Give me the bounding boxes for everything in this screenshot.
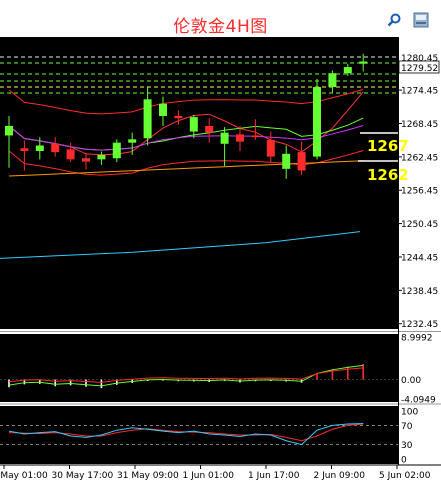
time-tick-label: 30 May 01:00 — [0, 471, 48, 481]
candle-body — [5, 125, 13, 136]
macd-bar — [8, 379, 10, 388]
candle-body — [112, 142, 121, 159]
candle-body — [251, 135, 260, 138]
level-label-lower: 1262 — [367, 166, 409, 184]
current-price-label: 1279.52 — [401, 64, 438, 74]
price-tick-label: 1256.45 — [401, 187, 438, 197]
price-tick-label: 1250.45 — [401, 220, 438, 230]
time-tick-label: 1 Jun 01:00 — [183, 471, 235, 481]
stochastic-panel[interactable] — [0, 406, 398, 464]
macd-bar — [347, 366, 349, 380]
price-tick-label: 1244.45 — [401, 253, 438, 263]
candle-body — [220, 132, 229, 144]
price-tick-label: 1262.45 — [401, 153, 438, 163]
stoch-tick-label: 100 — [401, 408, 418, 418]
time-tick-label: 30 May 17:00 — [52, 471, 114, 481]
price-tick-label: 1268.45 — [401, 120, 438, 130]
candle-body — [189, 117, 198, 132]
window-title: 伦敦金4H图 — [173, 17, 268, 37]
search-icon[interactable] — [386, 12, 402, 28]
time-tick-label: 31 May 09:00 — [117, 471, 179, 481]
candle-body — [282, 153, 291, 169]
candle-body — [174, 115, 183, 119]
candle-body — [143, 99, 152, 139]
candle-body — [35, 145, 44, 152]
candle-body — [359, 61, 368, 64]
chart-properties-icon[interactable] — [413, 12, 429, 28]
macd-bar — [85, 379, 87, 387]
candle-body — [266, 139, 275, 157]
macd-bar — [362, 363, 364, 380]
price-tick-label: 1232.45 — [401, 320, 438, 330]
candle-body — [297, 152, 306, 171]
macd-bar — [54, 379, 56, 387]
candle-body — [128, 139, 137, 143]
macd-tick-label: 0.00 — [401, 376, 421, 386]
candle-body — [97, 154, 106, 160]
price-tick-label: 1238.45 — [401, 287, 438, 297]
candle-body — [51, 143, 60, 153]
candle-body — [159, 103, 167, 116]
time-tick-label: 5 Jun 02:00 — [379, 471, 431, 481]
macd-tick-label: 8.9992 — [401, 334, 433, 344]
candle-body — [313, 87, 321, 157]
macd-panel[interactable] — [0, 334, 398, 402]
candle-body — [82, 158, 90, 162]
price-tick-label: 1274.45 — [401, 87, 438, 97]
candle-body — [20, 148, 29, 152]
candle-body — [343, 67, 352, 74]
stoch-tick-label: 30 — [401, 441, 413, 451]
stoch-tick-label: 70 — [401, 422, 413, 432]
chart-window[interactable]: 1267 1262 1274.45 1268.45 1262.45 1256.45 12… — [0, 37, 441, 484]
candle-body — [66, 149, 75, 160]
macd-bar — [316, 373, 318, 380]
candle-body — [236, 134, 244, 142]
time-tick-label: 2 Jun 09:00 — [314, 471, 366, 481]
macd-tick-label: -4.0949 — [401, 396, 436, 406]
top-price-label: 1280.45 — [401, 54, 438, 64]
macd-bar — [100, 379, 103, 389]
time-tick-label: 1 Jun 17:00 — [248, 471, 300, 481]
window-titlebar: 伦敦金4H图 — [0, 0, 441, 37]
candle-body — [205, 125, 214, 133]
candle-body — [328, 73, 337, 88]
stoch-tick-label: 0 — [401, 456, 407, 466]
level-label-upper: 1267 — [367, 137, 409, 155]
